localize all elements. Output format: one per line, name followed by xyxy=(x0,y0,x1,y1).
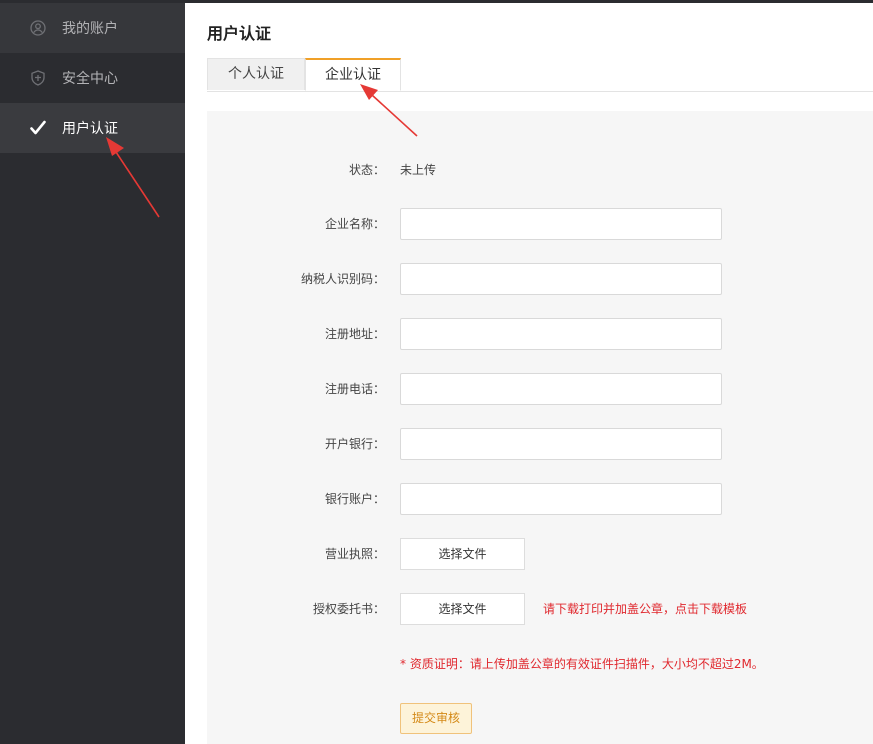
bank-name-input[interactable] xyxy=(400,428,722,460)
registered-phone-input[interactable] xyxy=(400,373,722,405)
bank-account-input[interactable] xyxy=(400,483,722,515)
sidebar-item-user-verification[interactable]: 用户认证 xyxy=(0,103,185,153)
shield-icon xyxy=(30,70,46,86)
tab-enterprise-verification[interactable]: 企业认证 xyxy=(305,58,401,91)
authorization-letter-file-button[interactable]: 选择文件 xyxy=(400,593,525,625)
sidebar-item-my-account[interactable]: 我的账户 xyxy=(0,3,185,53)
bank-name-label: 开户银行： xyxy=(324,437,385,451)
qualification-note: * 资质证明：请上传加盖公章的有效证件扫描件，大小均不超过2M。 xyxy=(400,657,764,671)
business-license-file-button[interactable]: 选择文件 xyxy=(400,538,525,570)
sidebar: 我的账户 安全中心 用户认证 xyxy=(0,0,185,744)
sidebar-item-label: 用户认证 xyxy=(62,121,118,137)
enterprise-form-panel: 状态： 未上传 企业名称： 纳税人识别码： 注册地址： 注册电话： 开户银行： … xyxy=(207,111,873,744)
bank-account-label: 银行账户： xyxy=(324,492,385,506)
sidebar-item-security-center[interactable]: 安全中心 xyxy=(0,53,185,103)
business-license-label: 营业执照： xyxy=(324,547,385,561)
check-icon xyxy=(30,120,46,136)
registered-address-label: 注册地址： xyxy=(324,327,385,341)
submit-review-button[interactable]: 提交审核 xyxy=(400,703,472,734)
page-title: 用户认证 xyxy=(207,24,272,43)
registered-phone-label: 注册电话： xyxy=(324,382,385,396)
registered-address-input[interactable] xyxy=(400,318,722,350)
sidebar-item-label: 我的账户 xyxy=(62,21,118,37)
tab-personal-verification[interactable]: 个人认证 xyxy=(207,58,305,90)
download-template-link[interactable]: 请下载打印并加盖公章，点击下载模板 xyxy=(543,600,747,617)
authorization-letter-label: 授权委托书： xyxy=(312,602,385,616)
taxpayer-id-input[interactable] xyxy=(400,263,722,295)
taxpayer-id-label: 纳税人识别码： xyxy=(300,272,385,286)
tab-bar: 个人认证 企业认证 xyxy=(207,58,873,92)
company-name-label: 企业名称： xyxy=(324,217,385,231)
status-label: 状态： xyxy=(348,163,385,177)
user-circle-icon xyxy=(30,20,46,36)
sidebar-item-label: 安全中心 xyxy=(62,71,118,87)
status-value: 未上传 xyxy=(400,163,437,177)
company-name-input[interactable] xyxy=(400,208,722,240)
